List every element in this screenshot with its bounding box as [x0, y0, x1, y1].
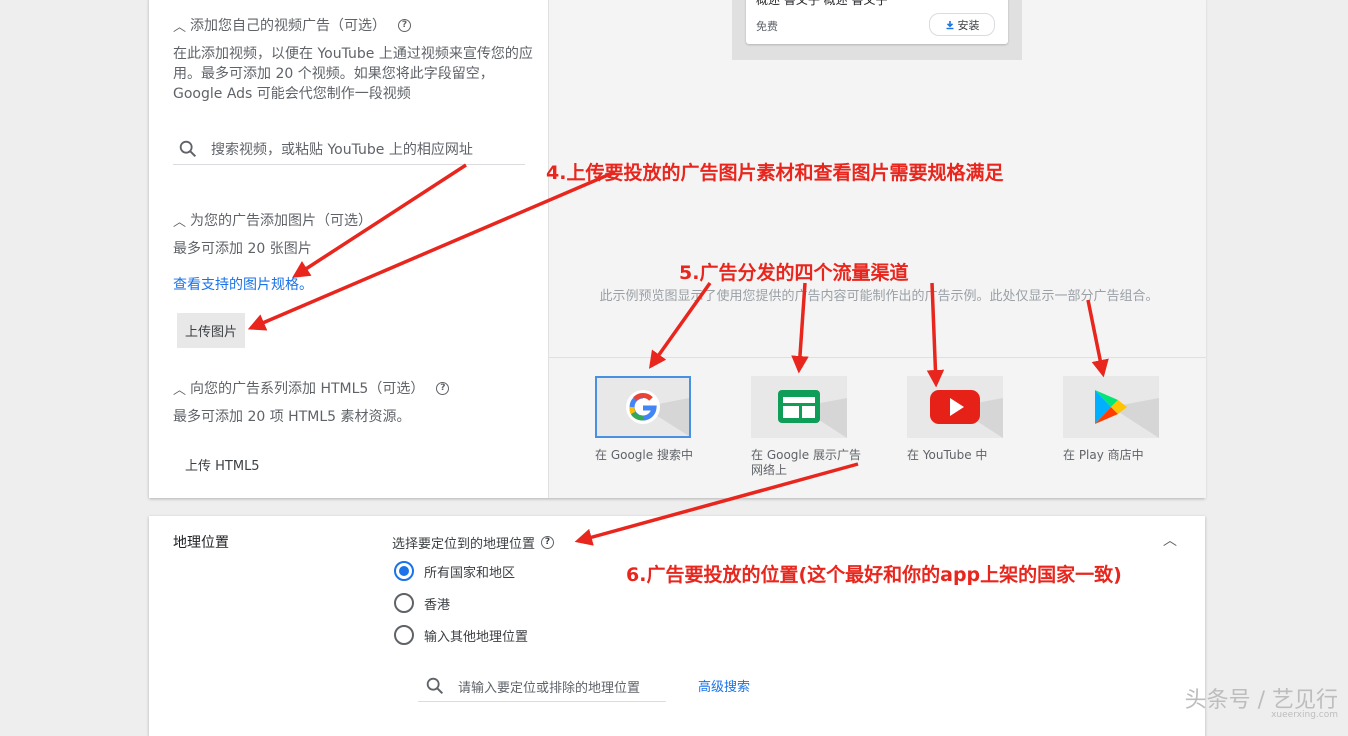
channel-play-store[interactable] [1063, 376, 1159, 438]
geo-search-placeholder: 请输入要定位或排除的地理位置 [458, 680, 641, 696]
ad-preview-phone: 概述 鲁父子 概述 鲁父子 免费 安装 [732, 0, 1022, 60]
radio-other-location-label: 输入其他地理位置 [424, 630, 529, 645]
install-button[interactable]: 安装 [929, 13, 995, 36]
help-icon[interactable]: ? [541, 536, 555, 549]
play-store-icon [1095, 390, 1159, 438]
chevron-up-icon: ︿ [173, 214, 187, 230]
geo-prompt-row: 选择要定位到的地理位置 ? [392, 533, 555, 552]
app-name-line: 概述 鲁父子 概述 鲁父子 [756, 0, 888, 7]
advanced-search-link[interactable]: 高级搜索 [698, 676, 750, 695]
radio-all-countries-label: 所有国家和地区 [424, 566, 516, 581]
radio-hong-kong-label: 香港 [424, 598, 451, 613]
annotation-6: 6.广告要投放的位置(这个最好和你的app上架的国家一致) [626, 564, 1122, 586]
video-section-header[interactable]: ︿ 添加您自己的视频广告（可选） ? [173, 15, 412, 35]
geo-search-input[interactable]: 请输入要定位或排除的地理位置 [418, 671, 666, 702]
video-section-title: 添加您自己的视频广告（可选） [190, 18, 387, 34]
channel-google-search-label: 在 Google 搜索中 [595, 448, 693, 462]
display-network-icon [778, 390, 847, 438]
preview-note: 此示例预览图显示了使用您提供的广告内容可能制作出的广告示例。此处仅显示一部分广告… [599, 289, 1159, 304]
video-section-description: 在此添加视频，以便在 YouTube 上通过视频来宣传您的应用。最多可添加 20… [173, 46, 533, 102]
radio-all-countries[interactable] [394, 561, 414, 581]
divider [549, 357, 1206, 358]
geo-prompt: 选择要定位到的地理位置 [392, 537, 536, 552]
search-icon [426, 677, 444, 695]
download-icon [946, 20, 953, 29]
geo-card: 地理位置 选择要定位到的地理位置 ? ︿ 所有国家和地区 香港 输入其他地理位置… [149, 516, 1205, 736]
channel-youtube[interactable] [907, 376, 1003, 438]
preview-panel: 概述 鲁父子 概述 鲁父子 免费 安装 此示例预览图显示了使用您提供的广告内容可… [548, 0, 1206, 498]
assets-card: ︿ 添加您自己的视频广告（可选） ? 在此添加视频，以便在 YouTube 上通… [149, 0, 1206, 498]
help-icon[interactable]: ? [398, 18, 412, 32]
channel-display-network-label: 在 Google 展示广告网络上 [751, 448, 861, 477]
upload-image-button[interactable]: 上传图片 [177, 313, 246, 348]
image-section-title: 为您的广告添加图片（可选） [190, 213, 373, 229]
html5-section-header[interactable]: ︿ 向您的广告系列添加 HTML5（可选） ? [173, 378, 450, 398]
html5-section-title: 向您的广告系列添加 HTML5（可选） [190, 381, 425, 397]
image-section-description: 最多可添加 20 张图片 [173, 241, 312, 257]
install-label: 安装 [957, 18, 980, 32]
image-section-header[interactable]: ︿ 为您的广告添加图片（可选） [173, 210, 372, 230]
channel-google-search[interactable] [595, 376, 691, 438]
radio-hong-kong[interactable] [394, 593, 414, 613]
radio-other-location[interactable] [394, 625, 414, 645]
collapse-chevron-icon[interactable]: ︿ [1163, 530, 1177, 550]
search-icon [179, 140, 197, 158]
app-ad-card: 概述 鲁父子 概述 鲁父子 免费 安装 [746, 0, 1008, 44]
channel-display-network[interactable] [751, 376, 847, 438]
video-search-input[interactable]: 搜索视频，或粘贴 YouTube 上的相应网址 [173, 134, 525, 165]
app-price: 免费 [756, 20, 778, 33]
video-search-placeholder: 搜索视频，或粘贴 YouTube 上的相应网址 [211, 142, 473, 158]
image-spec-link[interactable]: 查看支持的图片规格。 [173, 275, 313, 295]
chevron-up-icon: ︿ [173, 382, 187, 398]
help-icon[interactable]: ? [436, 381, 450, 395]
geo-title: 地理位置 [173, 535, 229, 551]
annotation-5: 5.广告分发的四个流量渠道 [679, 262, 909, 284]
watermark: 头条号 / 艺见行 xueerxing.com [1185, 682, 1338, 720]
upload-html5-button[interactable]: 上传 HTML5 [185, 455, 260, 474]
assets-column: ︿ 添加您自己的视频广告（可选） ? 在此添加视频，以便在 YouTube 上通… [149, 0, 548, 498]
channel-play-store-label: 在 Play 商店中 [1063, 448, 1144, 462]
youtube-icon [930, 390, 1003, 438]
annotation-4: 4.上传要投放的广告图片素材和查看图片需要规格满足 [546, 162, 1004, 184]
html5-section-description: 最多可添加 20 项 HTML5 素材资源。 [173, 409, 411, 425]
google-g-icon [626, 390, 689, 436]
chevron-up-icon: ︿ [173, 19, 187, 35]
channel-youtube-label: 在 YouTube 中 [907, 448, 988, 462]
